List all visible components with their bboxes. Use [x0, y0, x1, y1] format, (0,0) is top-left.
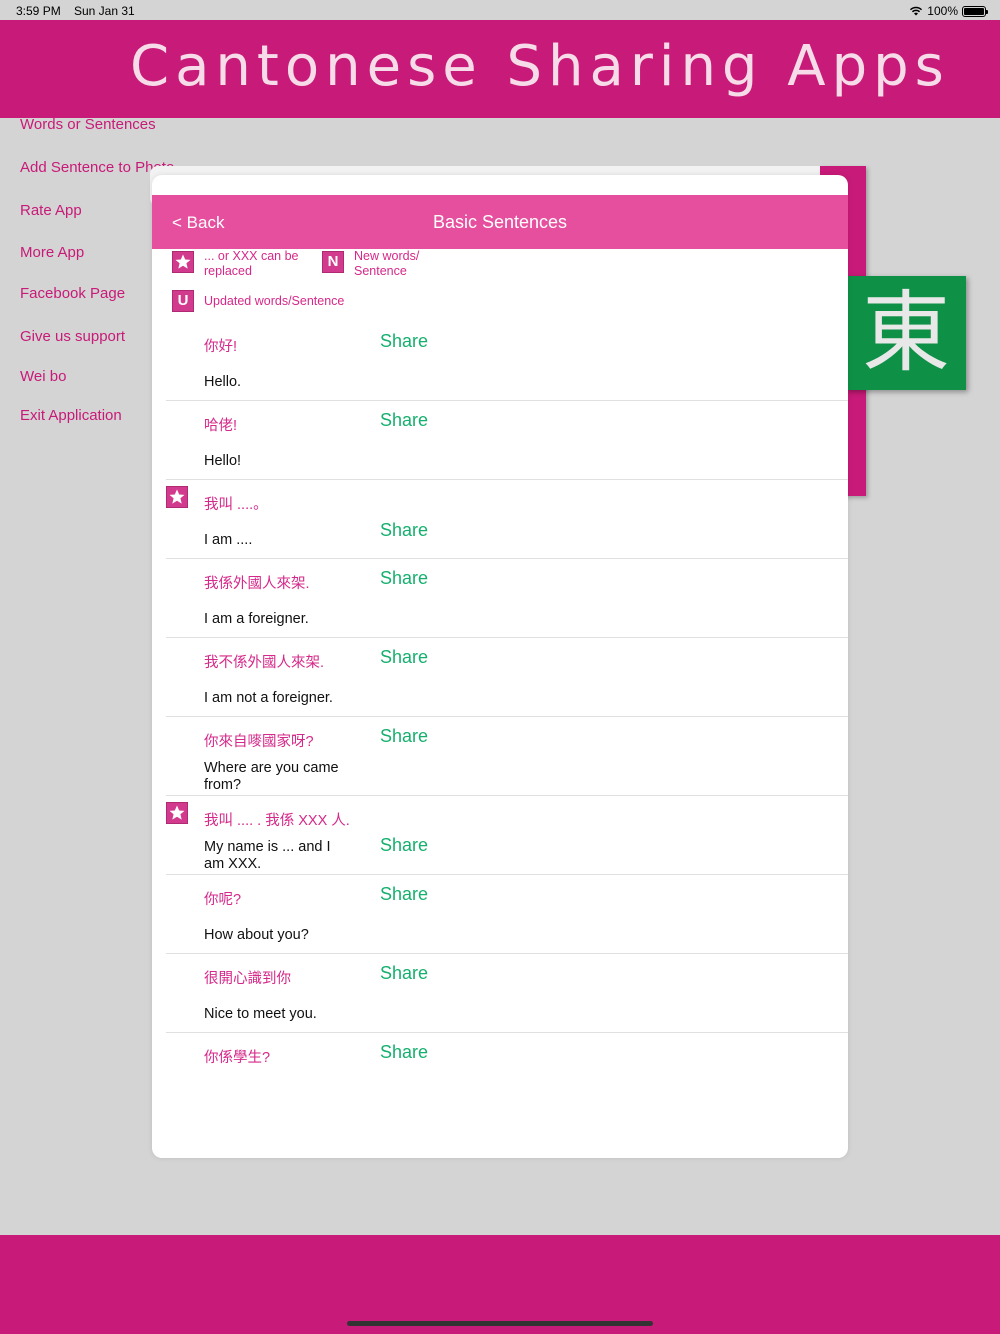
list-item: 你係學生? Share [166, 1032, 848, 1111]
share-button[interactable]: Share [380, 963, 428, 984]
share-button[interactable]: Share [380, 1042, 428, 1063]
menu-item-wei-bo[interactable]: Wei bo [20, 368, 66, 385]
english-text: I am not a foreigner. [204, 690, 333, 706]
list-item: 我叫 ....。 Share I am .... [166, 479, 848, 559]
share-button[interactable]: Share [380, 884, 428, 905]
english-text: Where are you came from? [204, 760, 339, 793]
cantonese-text: 哈佬! [204, 418, 238, 434]
status-bar: 3:59 PM Sun Jan 31 100% [0, 0, 1000, 20]
share-button[interactable]: Share [380, 568, 428, 589]
cantonese-text: 我叫 .... . 我係 XXX 人. [204, 813, 350, 829]
list-item: 你好! Share Hello. [166, 321, 848, 401]
share-button[interactable]: Share [380, 331, 428, 352]
menu-item-give-us-support[interactable]: Give us support [20, 328, 125, 345]
menu-item-rate-app[interactable]: Rate App [20, 202, 82, 219]
logo-tile: 東 [846, 276, 966, 390]
menu-item-more-app[interactable]: More App [20, 244, 84, 261]
app-banner: Cantonese Sharing Apps [0, 20, 1000, 118]
share-button[interactable]: Share [380, 647, 428, 668]
banner-title: Cantonese Sharing Apps [130, 34, 950, 99]
share-button[interactable]: Share [380, 835, 428, 856]
battery-icon [962, 5, 988, 17]
star-icon [166, 802, 188, 824]
list-item: 你呢? Share How about you? [166, 874, 848, 954]
new-icon: N [322, 251, 344, 273]
legend-new-text: New words/ Sentence [354, 249, 420, 278]
list-item: 你來自嘜國家呀? Share Where are you came from? [166, 716, 848, 796]
share-button[interactable]: Share [380, 410, 428, 431]
share-button[interactable]: Share [380, 726, 428, 747]
legend-star-text: ... or XXX can be replaced [204, 249, 299, 278]
list-item: 我叫 .... . 我係 XXX 人. Share My name is ...… [166, 795, 848, 875]
cantonese-text: 你好! [204, 339, 238, 355]
english-text: I am a foreigner. [204, 611, 309, 627]
modal-navbar: < Back Basic Sentences [152, 195, 848, 249]
english-text: My name is ... and I am XXX. [204, 839, 331, 872]
battery-percent: 100% [927, 4, 958, 18]
english-text: Nice to meet you. [204, 1006, 317, 1022]
bottom-bar [0, 1235, 1000, 1334]
list-item: 我係外國人來架. Share I am a foreigner. [166, 558, 848, 638]
list-item: 很開心識到你 Share Nice to meet you. [166, 953, 848, 1033]
star-icon [166, 486, 188, 508]
cantonese-text: 我係外國人來架. [204, 576, 310, 592]
list-item: 哈佬! Share Hello! [166, 400, 848, 480]
status-date: Sun Jan 31 [74, 4, 135, 18]
updated-icon: U [172, 290, 194, 312]
cantonese-text: 很開心識到你 [204, 971, 291, 987]
basic-sentences-modal: < Back Basic Sentences ... or XXX can be… [152, 175, 848, 1158]
star-icon [172, 251, 194, 273]
status-right: 100% [909, 4, 988, 18]
cantonese-text: 我不係外國人來架. [204, 655, 325, 671]
english-text: I am .... [204, 532, 253, 548]
english-text: How about you? [204, 927, 309, 943]
english-text: Hello. [204, 374, 242, 390]
menu-item-facebook-page[interactable]: Facebook Page [20, 285, 125, 302]
cantonese-text: 你呢? [204, 892, 242, 908]
cantonese-text: 我叫 ....。 [204, 497, 268, 513]
share-button[interactable]: Share [380, 520, 428, 541]
menu-item-exit-application[interactable]: Exit Application [20, 407, 122, 424]
cantonese-text: 你係學生? [204, 1050, 271, 1066]
modal-title: Basic Sentences [432, 212, 568, 232]
list-item: 我不係外國人來架. Share I am not a foreigner. [166, 637, 848, 717]
english-text: Hello! [204, 453, 242, 469]
legend-updated-text: Updated words/Sentence [204, 294, 345, 308]
wifi-icon [910, 6, 923, 16]
home-indicator[interactable] [347, 1321, 653, 1326]
menu-item-words-or-sentences[interactable]: Words or Sentences [20, 116, 156, 133]
status-time: 3:59 PM [16, 4, 61, 18]
cantonese-text: 你來自嘜國家呀? [204, 734, 314, 750]
